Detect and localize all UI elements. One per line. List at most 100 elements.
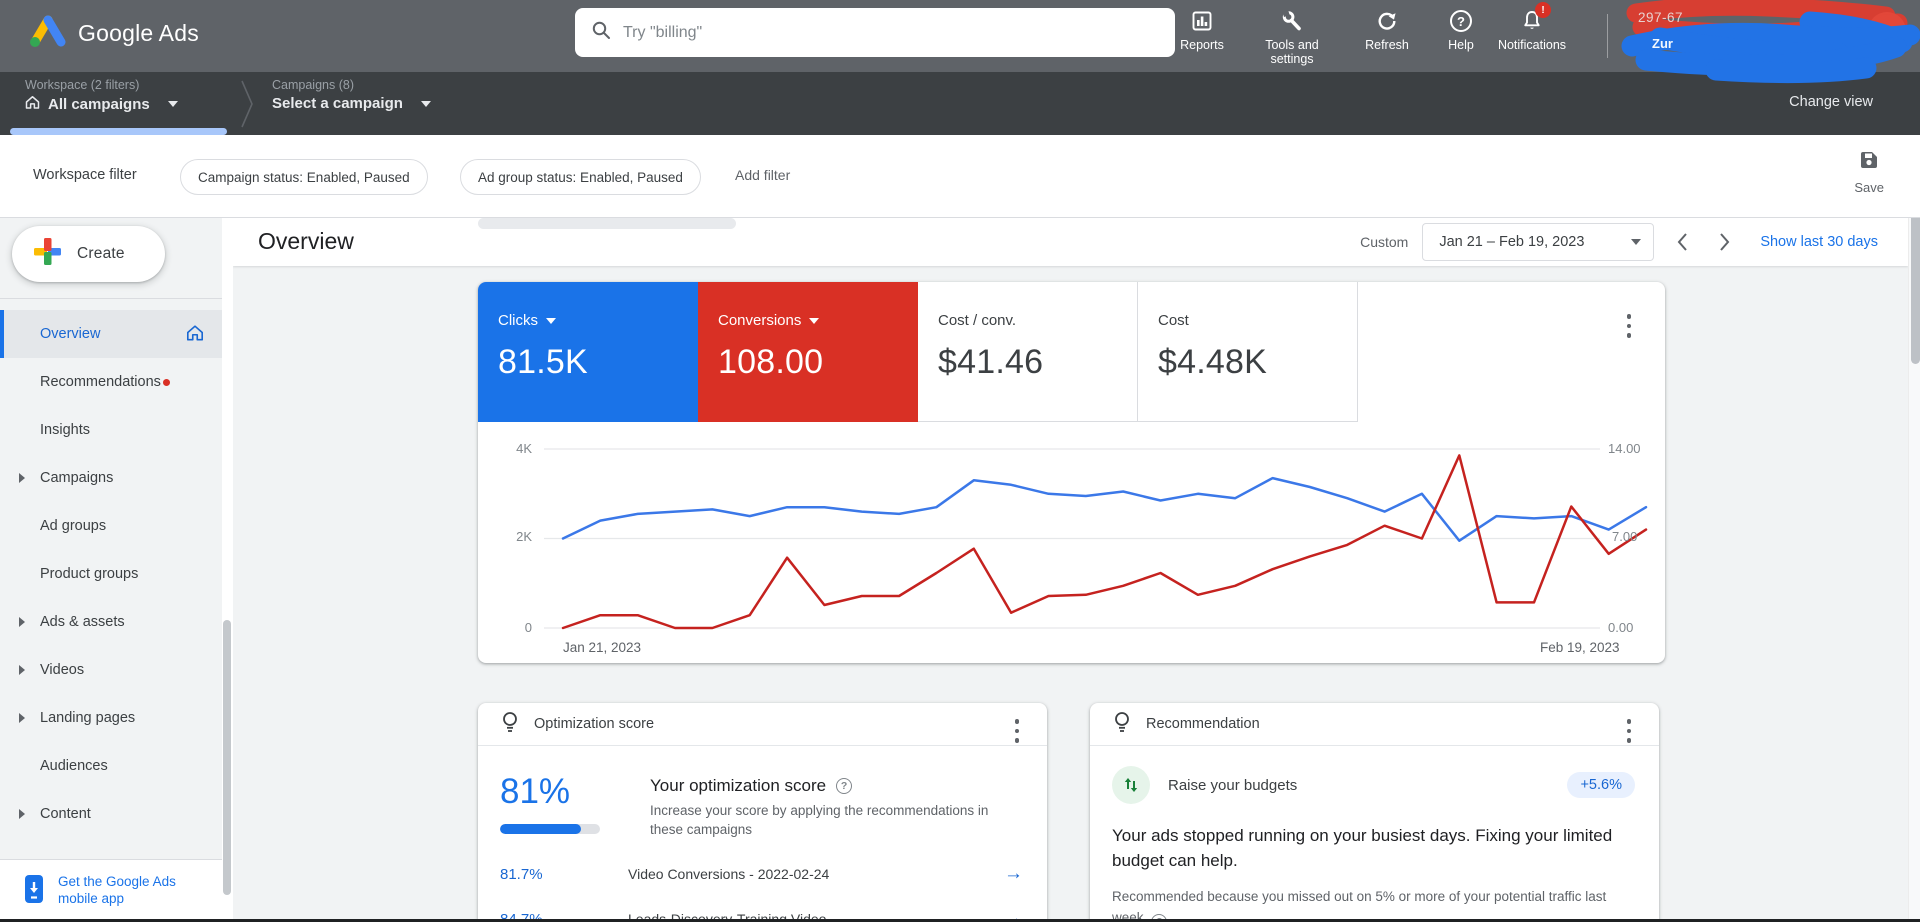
y2-axis-tick: 0.00: [1608, 620, 1633, 635]
notification-dot: [163, 379, 170, 386]
optimization-card-menu-button[interactable]: [1011, 715, 1024, 747]
page-scrollbar: [1908, 135, 1920, 922]
recommendation-card-menu-button[interactable]: [1623, 715, 1636, 747]
sidebar-item-content[interactable]: Content: [0, 790, 222, 838]
overview-chart-card: Clicks 81.5K Conversions 108.00 Cost / c…: [478, 282, 1665, 663]
sidebar-item-product-groups[interactable]: Product groups: [0, 550, 222, 598]
campaigns-value: Select a campaign: [272, 95, 403, 112]
recommendation-reason-text: Recommended because you missed out on 5%…: [1112, 889, 1606, 922]
change-view-button[interactable]: Change view: [1789, 94, 1873, 110]
sidebar-item-recommendations[interactable]: Recommendations: [0, 358, 222, 406]
google-ads-logo[interactable]: Google Ads: [28, 14, 199, 53]
sidebar-item-ad-groups[interactable]: Ad groups: [0, 502, 222, 550]
notification-badge: !: [1535, 2, 1551, 18]
scrolled-card-fragment: [478, 218, 736, 229]
create-button[interactable]: Create: [12, 226, 165, 282]
score-progress-bar: [500, 824, 600, 834]
overview-chart-svg: [478, 282, 1665, 663]
redaction-scribble-blue: [1632, 22, 1910, 73]
workspace-label: Workspace (2 filters): [25, 78, 178, 92]
sidebar: Create Overview Recommendations Insights…: [0, 218, 222, 922]
optimization-campaign-row[interactable]: 81.7% Video Conversions - 2022-02-24 →: [478, 852, 1047, 897]
sidebar-item-ads-assets[interactable]: Ads & assets: [0, 598, 222, 646]
workspace-selector[interactable]: Workspace (2 filters) All campaigns: [25, 78, 178, 113]
add-filter-button[interactable]: Add filter: [735, 167, 790, 183]
optimization-description: Increase your score by applying the reco…: [650, 802, 1023, 840]
expand-caret-icon: [19, 617, 25, 627]
sidebar-divider: [0, 298, 222, 299]
reports-icon: [1190, 6, 1214, 36]
next-period-button[interactable]: [1710, 228, 1738, 256]
sidebar-item-label: Ads & assets: [40, 614, 125, 630]
date-range-controls: Custom Jan 21 – Feb 19, 2023 Show last 3…: [1360, 218, 1878, 266]
sidebar-item-landing-pages[interactable]: Landing pages: [0, 694, 222, 742]
chevron-down-icon: [168, 101, 178, 107]
sidebar-scrollbar: [222, 218, 233, 922]
recommendation-reason: Recommended because you missed out on 5%…: [1090, 873, 1659, 922]
tools-label: Tools and settings: [1254, 38, 1330, 67]
sidebar-item-overview[interactable]: Overview: [0, 310, 222, 358]
sidebar-scrollbar-thumb[interactable]: [223, 620, 231, 895]
y-axis-tick: 4K: [492, 441, 532, 456]
optimization-heading: Your optimization score: [650, 776, 826, 796]
save-icon: [1858, 149, 1880, 176]
help-icon[interactable]: ?: [836, 778, 852, 794]
x-axis-end-label: Feb 19, 2023: [1540, 640, 1620, 655]
notifications-bell-icon: !: [1520, 6, 1544, 36]
tools-and-settings-button[interactable]: Tools and settings: [1249, 6, 1335, 67]
content-area: Clicks 81.5K Conversions 108.00 Cost / c…: [233, 266, 1908, 922]
google-plus-icon: [34, 238, 61, 270]
card-header: Recommendation: [1090, 703, 1659, 746]
show-last-30-days-link[interactable]: Show last 30 days: [1760, 234, 1878, 250]
sidebar-item-campaigns[interactable]: Campaigns: [0, 454, 222, 502]
ad-group-status-filter-chip[interactable]: Ad group status: Enabled, Paused: [460, 159, 701, 195]
campaign-score: 81.7%: [500, 866, 628, 883]
save-filter-button[interactable]: Save: [1854, 149, 1884, 195]
date-range-value: Jan 21 – Feb 19, 2023: [1439, 234, 1584, 250]
timeseries-chart: 4K 2K 0 14.00 7.00 0.00 Jan 21, 2023 Feb…: [478, 282, 1665, 663]
save-label: Save: [1854, 180, 1884, 195]
uplift-badge: +5.6%: [1567, 772, 1635, 798]
notifications-label: Notifications: [1498, 38, 1566, 52]
date-range-picker[interactable]: Jan 21 – Feb 19, 2023: [1422, 223, 1654, 261]
y2-axis-tick: 14.00: [1608, 441, 1641, 456]
optimization-score-card: Optimization score 81% Your optimization…: [478, 703, 1047, 922]
search-input[interactable]: [623, 24, 1159, 42]
previous-period-button[interactable]: [1668, 228, 1696, 256]
help-icon: ?: [1450, 6, 1472, 36]
recommendation-action-row[interactable]: Raise your budgets +5.6%: [1090, 746, 1659, 804]
workspace-filter-label: Workspace filter: [33, 167, 137, 183]
chevron-down-icon: [1631, 239, 1641, 245]
mobile-app-label: Get the Google Ads mobile app: [58, 874, 198, 908]
sidebar-item-insights[interactable]: Insights: [0, 406, 222, 454]
brand-title: Google Ads: [78, 20, 199, 47]
expand-caret-icon: [19, 473, 25, 483]
sidebar-item-label: Recommendations: [40, 374, 161, 390]
global-search[interactable]: [575, 8, 1175, 57]
budgets-arrows-icon: [1112, 766, 1150, 804]
account-id-partial: 297-67: [1638, 10, 1683, 25]
campaign-selector[interactable]: Campaigns (8) Select a campaign: [272, 78, 431, 112]
sidebar-item-videos[interactable]: Videos: [0, 646, 222, 694]
reports-button[interactable]: Reports: [1159, 6, 1245, 52]
create-label: Create: [77, 245, 125, 263]
sidebar-item-label: Insights: [40, 422, 90, 438]
recommendation-card: Recommendation Raise your budgets +5.6% …: [1090, 703, 1659, 922]
optimization-score-value: 81%: [500, 772, 622, 812]
mobile-app-link[interactable]: Get the Google Ads mobile app: [0, 859, 222, 922]
lightbulb-icon: [500, 711, 520, 738]
google-ads-triangle-icon: [28, 14, 66, 53]
lightbulb-icon: [1112, 711, 1132, 738]
y-axis-tick: 0: [492, 620, 532, 635]
sidebar-item-audiences[interactable]: Audiences: [0, 742, 222, 790]
sidebar-item-label: Videos: [40, 662, 84, 678]
notifications-button[interactable]: ! Notifications: [1489, 6, 1575, 52]
refresh-label: Refresh: [1365, 38, 1409, 52]
campaign-status-filter-chip[interactable]: Campaign status: Enabled, Paused: [180, 159, 428, 195]
sidebar-item-label: Ad groups: [40, 518, 106, 534]
x-axis-start-label: Jan 21, 2023: [563, 640, 641, 655]
recommendation-action-label: Raise your budgets: [1168, 777, 1549, 794]
arrow-right-icon[interactable]: →: [1004, 863, 1023, 885]
expand-caret-icon: [19, 713, 25, 723]
card-title: Optimization score: [534, 716, 654, 732]
